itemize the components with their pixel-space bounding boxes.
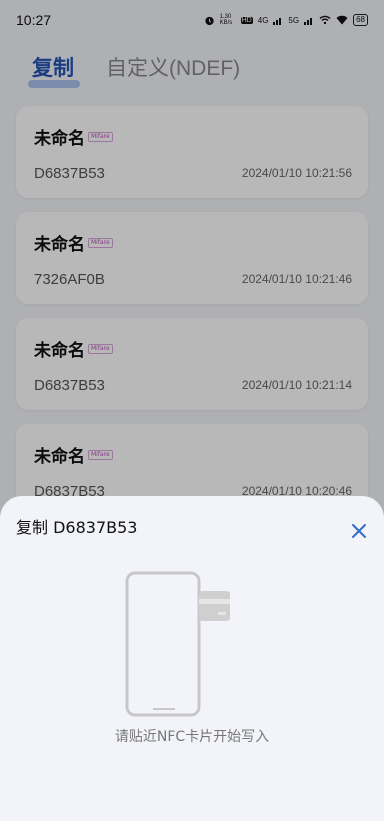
close-icon[interactable] xyxy=(350,522,368,540)
bottom-sheet: 复制 D6837B53 请贴近NFC卡片开始写入 xyxy=(0,496,384,821)
sheet-title: 复制 D6837B53 xyxy=(16,518,138,537)
nfc-phone-illustration xyxy=(125,571,230,717)
nfc-hint: 请贴近NFC卡片开始写入 xyxy=(114,729,270,745)
